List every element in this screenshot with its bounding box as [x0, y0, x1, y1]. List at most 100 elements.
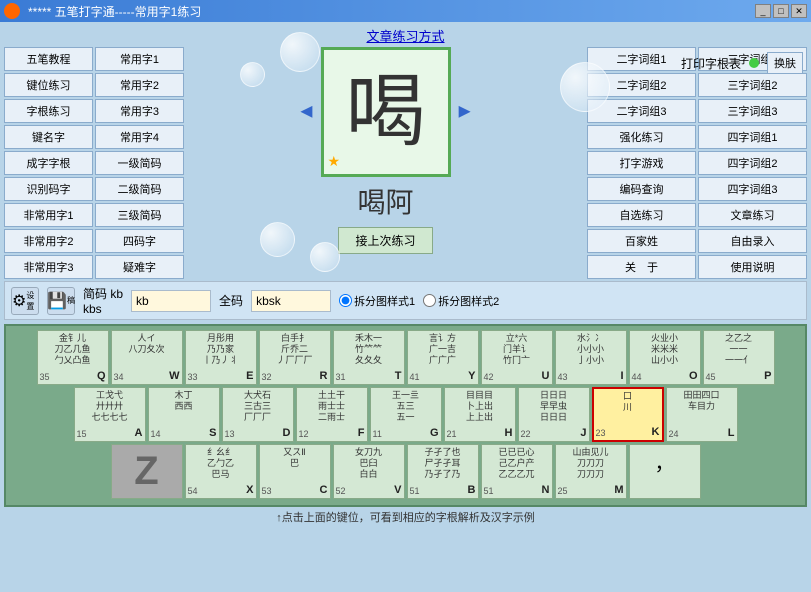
maximize-button[interactable]: □: [773, 4, 789, 18]
right-nav-item[interactable]: 使用说明: [698, 255, 807, 279]
key-row: 金钅儿 刀乙几鱼 勹乂凸鱼35Q人イ 八刀夂次34W月彤用 乃乃家 丨乃丿丬33…: [10, 330, 801, 385]
top-right-controls: 打印字根表 换肤: [681, 52, 803, 74]
right-nav-item[interactable]: 打字游戏: [587, 151, 696, 175]
key-cell-M[interactable]: 山由见儿 刀刀刀 刀刀刀25M: [555, 444, 627, 499]
right-nav-item[interactable]: 三字词组3: [698, 99, 807, 123]
full-code-label: 全码: [219, 292, 243, 309]
char-display: 喝 ★: [321, 47, 451, 177]
full-code-input[interactable]: [251, 290, 331, 312]
key-cell-N[interactable]: 已已已心 己乙户产 乙乙乙兀51N: [481, 444, 553, 499]
key-cell-K[interactable]: 口 川23K: [592, 387, 664, 442]
content-area: 五笔教程常用字1键位练习常用字2字根练习常用字3键名字常用字4成字字根一级简码识…: [4, 47, 807, 277]
left-nav-item[interactable]: 三级简码: [95, 203, 184, 227]
title-text: ***** 五笔打字通-----常用字1练习: [28, 3, 201, 20]
left-nav-item[interactable]: 键位练习: [4, 73, 93, 97]
settings-button[interactable]: ⚙设置: [11, 287, 39, 315]
save-button[interactable]: 💾稿: [47, 287, 75, 315]
right-nav-item[interactable]: 强化练习: [587, 125, 696, 149]
left-nav-item[interactable]: 非常用字2: [4, 229, 93, 253]
keyboard-area: 金钅儿 刀乙几鱼 勹乂凸鱼35Q人イ 八刀夂次34W月彤用 乃乃家 丨乃丿丬33…: [4, 324, 807, 507]
left-nav-item[interactable]: 一级简码: [95, 151, 184, 175]
key-cell-B[interactable]: 子孑了也 尸孑孑耳 乃孑了乃51B: [407, 444, 479, 499]
star-icon: ★: [328, 153, 341, 170]
left-nav-item[interactable]: 常用字2: [95, 73, 184, 97]
bottom-tip: ↑点击上面的键位，可看到相应的字根解析及汉字示例: [4, 509, 807, 525]
key-cell-W[interactable]: 人イ 八刀夂次34W: [111, 330, 183, 385]
key-cell-X[interactable]: 纟幺纟 乙勹乙 巴马54X: [185, 444, 257, 499]
key-cell-H[interactable]: 目目目 卜上出 上上出21H: [444, 387, 516, 442]
short-code-input[interactable]: [131, 290, 211, 312]
left-nav-item[interactable]: 五笔教程: [4, 47, 93, 71]
right-nav-item[interactable]: 四字词组3: [698, 177, 807, 201]
code-bar: ⚙设置 💾稿 简码 kb kbs 全码 拆分图样式1 拆分图样式2: [4, 281, 807, 320]
left-nav-item[interactable]: 非常用字1: [4, 203, 93, 227]
right-nav-item[interactable]: 百家姓: [587, 229, 696, 253]
main-area: 文章练习方式 打印字根表 换肤 五笔教程常用字1键位练习常用字2字根练习常用字3…: [0, 22, 811, 592]
center-panel: ◄ 喝 ★ ► 喝阿 接上次练习: [188, 47, 583, 277]
prev-char-button[interactable]: ◄: [297, 101, 317, 124]
minimize-button[interactable]: _: [755, 4, 771, 18]
key-cell-T[interactable]: 禾木一 竹⺮⺮ 夂夂夂31T: [333, 330, 405, 385]
right-nav-item[interactable]: 自选练习: [587, 203, 696, 227]
radio-style1[interactable]: 拆分图样式1: [339, 293, 415, 309]
right-nav-item[interactable]: 自由录入: [698, 229, 807, 253]
key-cell-C[interactable]: 又スⅡ 巴53C: [259, 444, 331, 499]
key-cell-V[interactable]: 女刀九 巴臼 白白52V: [333, 444, 405, 499]
radio-group: 拆分图样式1 拆分图样式2: [339, 293, 499, 309]
right-nav-item[interactable]: 二字词组3: [587, 99, 696, 123]
practice-mode-link[interactable]: 文章练习方式: [4, 26, 807, 45]
left-nav-item[interactable]: 成字字根: [4, 151, 93, 175]
key-cell-Y[interactable]: 言讠方 广一吉 广广广41Y: [407, 330, 479, 385]
key-row: 工戈弋 廾廾廾 七七七七15A木丁 西西14S大犬石 三古三 厂厂厂13D土土干…: [10, 387, 801, 442]
radio-style2[interactable]: 拆分图样式2: [423, 293, 499, 309]
key-cell-Z[interactable]: Z: [111, 444, 183, 499]
next-char-button[interactable]: ►: [455, 101, 475, 124]
key-cell-A[interactable]: 工戈弋 廾廾廾 七七七七15A: [74, 387, 146, 442]
key-cell-P[interactable]: 之乙之 一一 一一亻45P: [703, 330, 775, 385]
display-char: 喝: [346, 72, 426, 152]
green-dot-icon: [749, 58, 759, 68]
left-nav-item[interactable]: 常用字3: [95, 99, 184, 123]
left-nav-item[interactable]: 二级简码: [95, 177, 184, 201]
left-nav-item[interactable]: 常用字4: [95, 125, 184, 149]
key-cell-J[interactable]: 日日日 早早虫 日日日22J: [518, 387, 590, 442]
key-cell-D[interactable]: 大犬石 三古三 厂厂厂13D: [222, 387, 294, 442]
key-cell-U[interactable]: 立*六 门羊讠 竹冂亠42U: [481, 330, 553, 385]
key-cell-I[interactable]: 水氵冫 小小小 亅小小43I: [555, 330, 627, 385]
app-icon: [4, 3, 20, 19]
right-nav-item[interactable]: 二字词组1: [587, 47, 696, 71]
key-cell-Q[interactable]: 金钅儿 刀乙几鱼 勹乂凸鱼35Q: [37, 330, 109, 385]
left-nav-item[interactable]: 疑难字: [95, 255, 184, 279]
left-nav-item[interactable]: 字根练习: [4, 99, 93, 123]
key-cell-L[interactable]: 田田四口 车目力24L: [666, 387, 738, 442]
key-cell-z[interactable]: ，: [629, 444, 701, 499]
key-row: Z纟幺纟 乙勹乙 巴马54X又スⅡ 巴53C女刀九 巴臼 白白52V子孑了也 尸…: [10, 444, 801, 499]
key-cell-E[interactable]: 月彤用 乃乃家 丨乃丿丬33E: [185, 330, 257, 385]
practice-button[interactable]: 接上次练习: [338, 227, 432, 254]
right-nav-item[interactable]: 二字词组2: [587, 73, 696, 97]
key-cell-O[interactable]: 火业小 米米米 山小小44O: [629, 330, 701, 385]
key-cell-F[interactable]: 土土干 雨士士 二雨士12F: [296, 387, 368, 442]
exchange-button[interactable]: 换肤: [767, 52, 803, 74]
title-bar: ***** 五笔打字通-----常用字1练习 _ □ ✕: [0, 0, 811, 22]
right-nav-item[interactable]: 编码查询: [587, 177, 696, 201]
short-code-label: 简码 kb kbs: [83, 285, 123, 316]
right-nav-item[interactable]: 四字词组1: [698, 125, 807, 149]
left-nav-item[interactable]: 识别码字: [4, 177, 93, 201]
key-cell-S[interactable]: 木丁 西西14S: [148, 387, 220, 442]
left-nav-item[interactable]: 非常用字3: [4, 255, 93, 279]
right-nav-panel: 二字词组1三字词组1二字词组2三字词组2二字词组3三字词组3强化练习四字词组1打…: [587, 47, 807, 277]
right-nav-item[interactable]: 文章练习: [698, 203, 807, 227]
key-cell-R[interactable]: 白手扌 斤乔二 丿厂厂厂32R: [259, 330, 331, 385]
left-nav-item[interactable]: 键名字: [4, 125, 93, 149]
key-cell-G[interactable]: 王一亖 五三 五一11G: [370, 387, 442, 442]
window-controls: _ □ ✕: [755, 4, 807, 18]
right-nav-item[interactable]: 关 于: [587, 255, 696, 279]
left-nav-panel: 五笔教程常用字1键位练习常用字2字根练习常用字3键名字常用字4成字字根一级简码识…: [4, 47, 184, 277]
right-nav-item[interactable]: 三字词组2: [698, 73, 807, 97]
left-nav-item[interactable]: 常用字1: [95, 47, 184, 71]
char-pinyin: 喝阿: [357, 181, 413, 221]
close-button[interactable]: ✕: [791, 4, 807, 18]
right-nav-item[interactable]: 四字词组2: [698, 151, 807, 175]
left-nav-item[interactable]: 四码字: [95, 229, 184, 253]
